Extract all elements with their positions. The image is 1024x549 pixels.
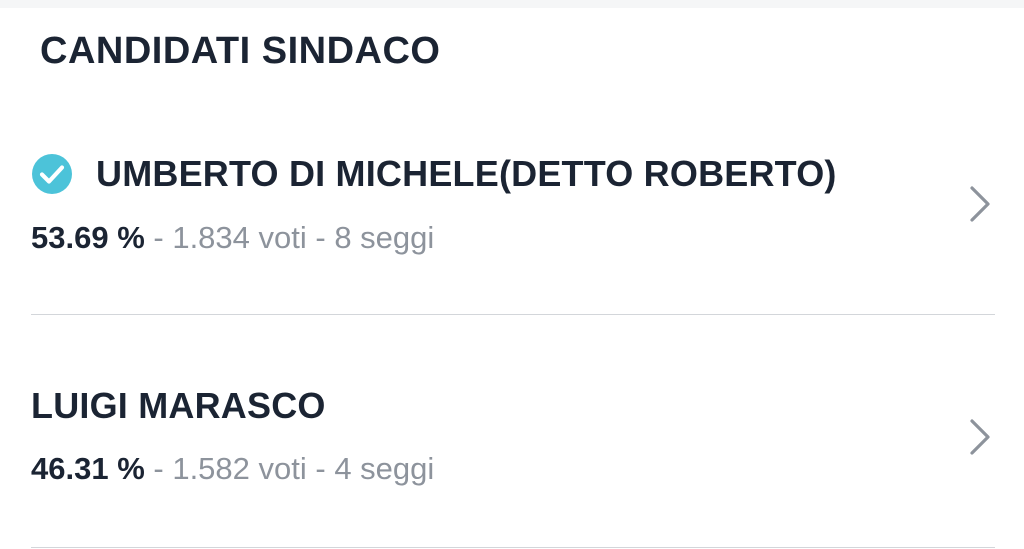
check-circle-icon — [31, 153, 73, 195]
separator: - — [306, 451, 335, 486]
separator: - — [144, 220, 173, 255]
separator: - — [306, 220, 335, 255]
candidate-name: LUIGI MARASCO — [31, 385, 326, 426]
separator: - — [144, 451, 173, 486]
candidate-row[interactable]: UMBERTO DI MICHELE(DETTO ROBERTO) 53.69 … — [31, 118, 995, 315]
candidate-name: UMBERTO DI MICHELE(DETTO ROBERTO) — [96, 153, 837, 194]
vote-count: 1.834 voti — [172, 220, 307, 255]
candidate-stats: 46.31 % - 1.582 voti - 4 seggi — [31, 451, 434, 487]
section-title: CANDIDATI SINDACO — [40, 30, 441, 72]
chevron-right-icon[interactable] — [967, 184, 993, 224]
top-strip — [0, 0, 1024, 8]
candidate-stats: 53.69 % - 1.834 voti - 8 seggi — [31, 220, 434, 256]
seat-count: 8 seggi — [334, 220, 435, 255]
vote-percentage: 53.69 % — [31, 220, 145, 255]
vote-percentage: 46.31 % — [31, 451, 145, 486]
candidate-name-line: UMBERTO DI MICHELE(DETTO ROBERTO) — [31, 153, 837, 195]
candidate-name-line: LUIGI MARASCO — [31, 385, 326, 427]
vote-count: 1.582 voti — [172, 451, 307, 486]
candidate-row[interactable]: LUIGI MARASCO 46.31 % - 1.582 voti - 4 s… — [31, 315, 995, 548]
chevron-right-icon[interactable] — [967, 417, 993, 457]
seat-count: 4 seggi — [334, 451, 435, 486]
